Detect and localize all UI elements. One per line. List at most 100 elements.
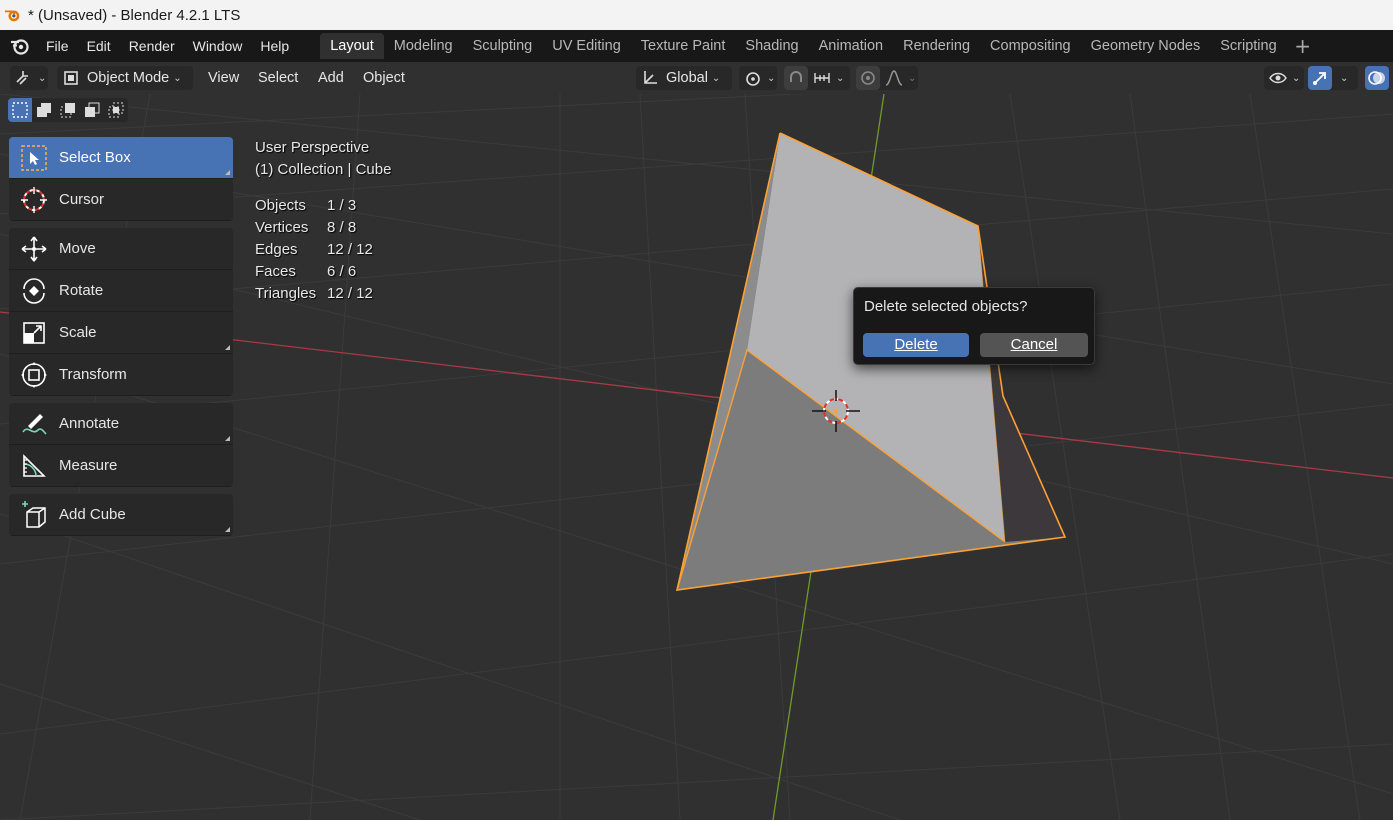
editor-type-icon	[16, 71, 28, 85]
snapping-controls[interactable]: ⌄	[784, 66, 850, 90]
select-new-mode-button[interactable]	[8, 98, 32, 122]
orientation-axes-icon	[644, 71, 657, 84]
window-titlebar: * (Unsaved) - Blender 4.2.1 LTS	[0, 0, 1393, 30]
add-menu[interactable]: Add	[310, 66, 352, 90]
overlays-button[interactable]	[1365, 66, 1389, 90]
tab-uv-editing[interactable]: UV Editing	[542, 33, 631, 59]
chevron-down-icon: ⌄	[711, 72, 721, 84]
stat-value: 1 / 3	[327, 197, 357, 214]
transform-orientation-selector[interactable]: Global ⌄	[636, 66, 732, 90]
transform-icon	[21, 361, 47, 388]
tab-rendering[interactable]: Rendering	[893, 33, 980, 59]
select-subtract-icon	[60, 103, 75, 118]
gizmo-icon[interactable]	[1308, 66, 1332, 90]
menu-help[interactable]: Help	[251, 34, 298, 58]
viewport-info-overlay: User Perspective (1) Collection | Cube O…	[255, 137, 391, 305]
tool-more-indicator	[225, 527, 230, 532]
chevron-down-icon: ⌄	[173, 72, 182, 84]
view-name: User Perspective	[255, 139, 370, 156]
stat-row: Objects 1 / 3	[255, 195, 391, 217]
blender-logo-icon	[4, 10, 20, 22]
editor-type-button[interactable]: ⌄	[10, 66, 48, 90]
chevron-down-icon: ⌄	[38, 72, 47, 84]
view-menu[interactable]: View	[200, 66, 247, 90]
measure-icon	[23, 453, 46, 477]
tab-texture-paint[interactable]: Texture Paint	[631, 33, 736, 59]
tool-label: Select Box	[59, 149, 131, 166]
tool-select-box[interactable]: Select Box	[9, 137, 233, 179]
select-intersect-mode-button[interactable]	[104, 98, 128, 122]
stat-value: 12 / 12	[327, 285, 373, 302]
cursor-icon	[21, 186, 47, 213]
tool-scale[interactable]: Scale	[9, 312, 233, 354]
pivot-point-icon	[746, 72, 760, 86]
object-mode-icon	[64, 71, 78, 85]
gizmo-controls[interactable]: ⌄	[1308, 66, 1358, 90]
tool-rotate[interactable]: Rotate	[9, 270, 233, 312]
menu-file[interactable]: File	[37, 34, 78, 58]
stat-row: Edges 12 / 12	[255, 239, 391, 261]
tool-label: Move	[59, 240, 96, 257]
tool-move[interactable]: Move	[9, 228, 233, 270]
dialog-message: Delete selected objects?	[864, 298, 1028, 315]
stat-key: Triangles	[255, 285, 317, 302]
tool-cursor[interactable]: Cursor	[9, 179, 233, 221]
menu-edit[interactable]: Edit	[78, 34, 120, 58]
tab-scripting[interactable]: Scripting	[1210, 33, 1286, 59]
tool-annotate[interactable]: Annotate	[9, 403, 233, 445]
select-intersect-icon	[108, 102, 124, 118]
selectability-visibility-button[interactable]: ⌄	[1264, 66, 1304, 90]
selection-mode-buttons	[8, 98, 128, 122]
select-menu[interactable]: Select	[250, 66, 306, 90]
stat-row: Vertices 8 / 8	[255, 217, 391, 239]
tool-add-cube[interactable]: Add Cube	[9, 494, 233, 536]
tab-compositing[interactable]: Compositing	[980, 33, 1081, 59]
select-subtract-mode-button[interactable]	[56, 98, 80, 122]
tab-sculpting[interactable]: Sculpting	[463, 33, 543, 59]
window-title: * (Unsaved) - Blender 4.2.1 LTS	[28, 6, 241, 24]
object-menu[interactable]: Object	[355, 66, 413, 90]
tool-label: Add Cube	[59, 506, 126, 523]
proportional-editing-controls[interactable]: ⌄	[856, 66, 918, 90]
tab-modeling[interactable]: Modeling	[384, 33, 463, 59]
tab-layout[interactable]: Layout	[320, 33, 384, 59]
stat-key: Edges	[255, 241, 298, 258]
tab-shading[interactable]: Shading	[735, 33, 808, 59]
viewport-header: ⌄ Object Mode ⌄ View Select Add Object G…	[0, 62, 1393, 94]
tool-more-indicator	[225, 345, 230, 350]
chevron-down-icon: ⌄	[908, 72, 917, 84]
rotate-icon	[23, 277, 45, 304]
annotate-icon	[22, 413, 47, 435]
stat-row: Triangles 12 / 12	[255, 283, 391, 305]
falloff-curve-icon[interactable]	[884, 68, 904, 88]
stat-key: Objects	[255, 197, 306, 214]
move-icon	[21, 236, 47, 261]
scene-statistics: Objects 1 / 3 Vertices 8 / 8 Edges 12 / 12 …	[255, 195, 391, 305]
snap-increment-icon[interactable]	[812, 68, 832, 88]
snap-magnet-icon[interactable]	[784, 66, 808, 90]
overlays-icon	[1368, 71, 1385, 85]
proportional-editing-icon[interactable]	[856, 66, 880, 90]
select-extend-mode-button[interactable]	[32, 98, 56, 122]
add-workspace-button[interactable]: +	[1291, 34, 1315, 58]
stat-key: Faces	[255, 263, 296, 280]
mode-selector[interactable]: Object Mode ⌄	[57, 66, 193, 90]
active-collection: (1) Collection | Cube	[255, 161, 392, 178]
tab-animation[interactable]: Animation	[809, 33, 893, 59]
tool-transform[interactable]: Transform	[9, 354, 233, 396]
select-invert-icon	[85, 102, 100, 117]
delete-confirm-dialog: Delete selected objects? Delete Cancel	[853, 287, 1095, 365]
cancel-button[interactable]: Cancel	[980, 333, 1088, 357]
tool-measure[interactable]: Measure	[9, 445, 233, 487]
blender-menu-icon[interactable]	[9, 35, 31, 57]
tool-label: Scale	[59, 324, 97, 341]
chevron-down-icon: ⌄	[767, 72, 776, 84]
delete-button[interactable]: Delete	[863, 333, 969, 357]
menu-window[interactable]: Window	[184, 34, 252, 58]
pivot-point-selector[interactable]: ⌄	[739, 66, 777, 90]
tab-geometry-nodes[interactable]: Geometry Nodes	[1081, 33, 1211, 59]
tool-label: Annotate	[59, 415, 120, 432]
select-invert-mode-button[interactable]	[80, 98, 104, 122]
menu-render[interactable]: Render	[120, 34, 184, 58]
tool-label: Transform	[59, 366, 127, 383]
